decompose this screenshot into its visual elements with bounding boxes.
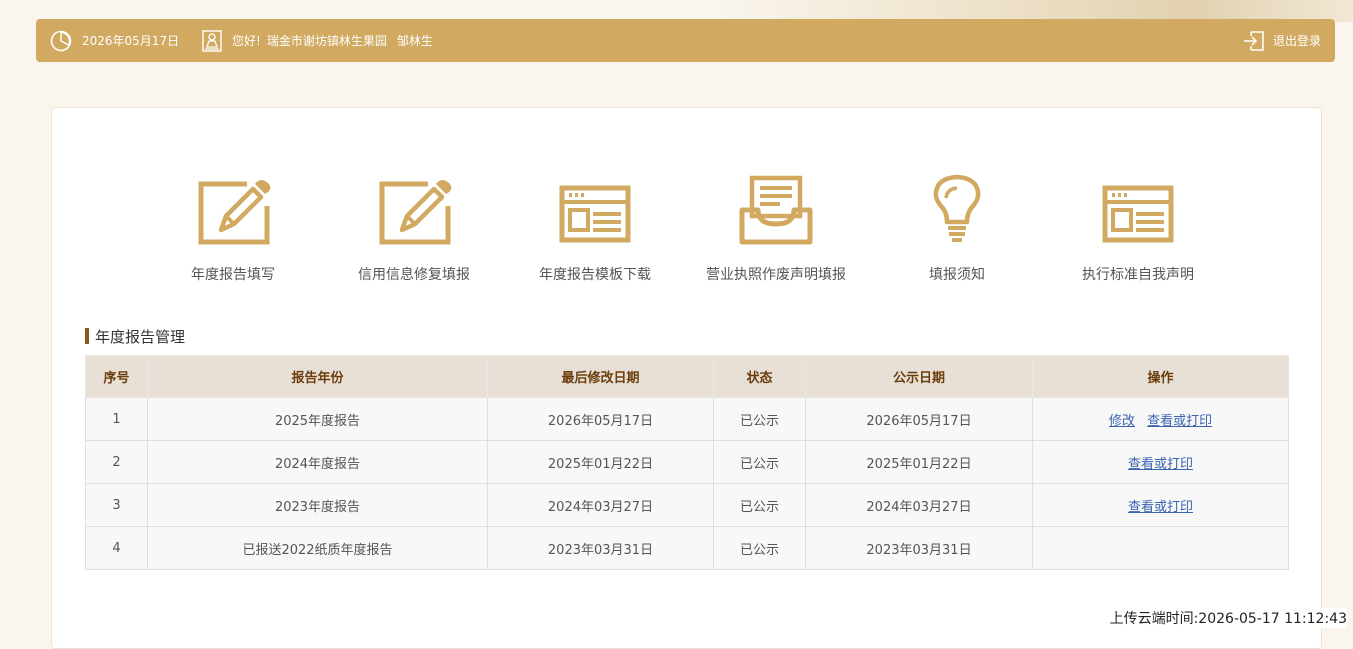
status-text: 已公示 xyxy=(713,526,806,570)
title-accent-bar xyxy=(85,328,89,344)
logout-icon xyxy=(1243,30,1265,52)
document-template-icon xyxy=(555,172,635,248)
row-number: 4 xyxy=(85,526,148,570)
menu-license-void[interactable]: 营业执照作废声明填报 xyxy=(686,168,866,288)
inbox-tray-icon xyxy=(736,172,816,248)
lightbulb-icon xyxy=(917,172,997,248)
status-text: 已公示 xyxy=(713,483,806,527)
view-print-link[interactable]: 查看或打印 xyxy=(1147,414,1212,429)
section-title-text: 年度报告管理 xyxy=(95,327,186,346)
table-row: 2 2024年度报告 2025年01月22日 已公示 2025年01月22日 查… xyxy=(85,440,1289,484)
edit-pencil-icon xyxy=(193,172,273,248)
column-header: 操作 xyxy=(1032,355,1289,398)
menu-template-download[interactable]: 年度报告模板下载 xyxy=(505,168,685,288)
main-card: 年度报告填写 信用信息修复填报 年度报告模板下载 营业执照作废声明填报 填报须知… xyxy=(51,107,1322,649)
menu-fill-notice[interactable]: 填报须知 xyxy=(867,168,1047,288)
logout-button[interactable]: 退出登录 xyxy=(1243,19,1321,62)
table-row: 3 2023年度报告 2024年03月27日 已公示 2024年03月27日 查… xyxy=(85,483,1289,527)
table-row: 1 2025年度报告 2026年05月17日 已公示 2026年05月17日 修… xyxy=(85,397,1289,441)
greeting-text: 您好! xyxy=(232,34,261,48)
view-print-link[interactable]: 查看或打印 xyxy=(1128,500,1193,515)
menu-label: 填报须知 xyxy=(929,267,985,283)
menu-annual-report-fill[interactable]: 年度报告填写 xyxy=(143,168,323,288)
column-header: 最后修改日期 xyxy=(487,355,714,398)
column-header: 报告年份 xyxy=(147,355,488,398)
actions-cell xyxy=(1032,526,1289,570)
menu-credit-repair[interactable]: 信用信息修复填报 xyxy=(324,168,504,288)
date-display: 2026年05月17日 xyxy=(50,19,179,62)
logout-label: 退出登录 xyxy=(1272,34,1321,48)
publish-date: 2023年03月31日 xyxy=(805,526,1033,570)
menu-label: 营业执照作废声明填报 xyxy=(706,267,846,283)
menu-label: 年度报告填写 xyxy=(191,267,275,283)
modified-date: 2023年03月31日 xyxy=(487,526,714,570)
menu-label: 执行标准自我声明 xyxy=(1082,267,1194,283)
modified-date: 2025年01月22日 xyxy=(487,440,714,484)
report-year: 2023年度报告 xyxy=(147,483,488,527)
column-header: 序号 xyxy=(85,355,148,398)
modified-date: 2024年03月27日 xyxy=(487,483,714,527)
status-text: 已公示 xyxy=(713,440,806,484)
upload-time: 上传云端时间:2026-05-17 11:12:43 xyxy=(1107,608,1347,628)
user-name: 邹林生 xyxy=(396,34,433,48)
row-number: 2 xyxy=(85,440,148,484)
publish-date: 2025年01月22日 xyxy=(805,440,1033,484)
table-header-row: 序号 报告年份 最后修改日期 状态 公示日期 操作 xyxy=(85,355,1289,398)
report-year: 已报送2022纸质年度报告 xyxy=(147,526,488,570)
publish-date: 2026年05月17日 xyxy=(805,397,1033,441)
menu-label: 年度报告模板下载 xyxy=(539,267,651,283)
actions-cell: 修改 查看或打印 xyxy=(1032,397,1289,441)
actions-cell: 查看或打印 xyxy=(1032,483,1289,527)
company-name: 瑞金市谢坊镇林生果园 xyxy=(266,34,387,48)
menu-standard-declaration[interactable]: 执行标准自我声明 xyxy=(1048,168,1228,288)
report-year: 2025年度报告 xyxy=(147,397,488,441)
edit-pencil-icon xyxy=(374,172,454,248)
edit-link[interactable]: 修改 xyxy=(1109,414,1135,429)
clock-icon xyxy=(50,30,72,52)
publish-date: 2024年03月27日 xyxy=(805,483,1033,527)
menu-label: 信用信息修复填报 xyxy=(358,267,470,283)
current-date: 2026年05月17日 xyxy=(82,34,180,48)
document-template-icon xyxy=(1098,172,1178,248)
top-bar: 2026年05月17日 您好! 瑞金市谢坊镇林生果园 邹林生 退出登录 xyxy=(36,19,1335,62)
column-header: 状态 xyxy=(713,355,806,398)
view-print-link[interactable]: 查看或打印 xyxy=(1128,457,1193,472)
section-title: 年度报告管理 xyxy=(85,327,186,346)
user-badge-icon xyxy=(202,29,222,52)
report-table: 序号 报告年份 最后修改日期 状态 公示日期 操作 1 2025年度报告 202… xyxy=(85,355,1289,570)
column-header: 公示日期 xyxy=(805,355,1033,398)
report-year: 2024年度报告 xyxy=(147,440,488,484)
row-number: 1 xyxy=(85,397,148,441)
row-number: 3 xyxy=(85,483,148,527)
table-row: 4 已报送2022纸质年度报告 2023年03月31日 已公示 2023年03月… xyxy=(85,526,1289,570)
modified-date: 2026年05月17日 xyxy=(487,397,714,441)
status-text: 已公示 xyxy=(713,397,806,441)
user-greeting: 您好! 瑞金市谢坊镇林生果园 邹林生 xyxy=(202,19,433,62)
actions-cell: 查看或打印 xyxy=(1032,440,1289,484)
